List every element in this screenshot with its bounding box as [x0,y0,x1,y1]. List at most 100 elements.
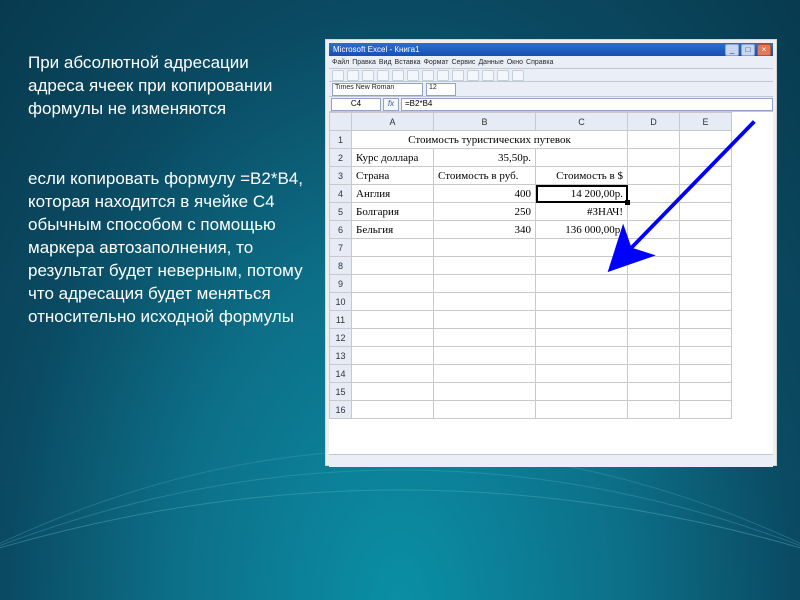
cell[interactable] [536,383,628,401]
row-header[interactable]: 7 [330,239,352,257]
cell[interactable] [628,275,680,293]
cell[interactable] [352,275,434,293]
cell[interactable] [628,347,680,365]
cell[interactable] [680,203,732,221]
cell[interactable] [628,167,680,185]
row-header[interactable]: 1 [330,131,352,149]
cell[interactable] [536,347,628,365]
toolbar-button[interactable] [347,70,359,81]
menu-item[interactable]: Файл [332,59,349,66]
cell[interactable]: Страна [352,167,434,185]
cell[interactable]: 14 200,00р. [536,185,628,203]
row-header[interactable]: 10 [330,293,352,311]
cell[interactable] [628,221,680,239]
menu-item[interactable]: Окно [507,59,523,66]
cell[interactable] [434,347,536,365]
cell[interactable] [628,149,680,167]
cell[interactable]: Курс доллара [352,149,434,167]
toolbar-button[interactable] [332,70,344,81]
col-header[interactable]: A [352,113,434,131]
cell[interactable] [628,311,680,329]
sheet-tabs[interactable] [329,454,773,467]
cell[interactable]: 35,50р. [434,149,536,167]
toolbar-button[interactable] [482,70,494,81]
formula-input[interactable]: =B2*B4 [401,98,773,111]
cell[interactable] [352,329,434,347]
row-header[interactable]: 14 [330,365,352,383]
cell[interactable] [680,257,732,275]
cell[interactable]: 136 000,00р. [536,221,628,239]
cell[interactable] [536,257,628,275]
cell[interactable] [352,401,434,419]
col-header[interactable]: D [628,113,680,131]
cell[interactable] [536,311,628,329]
toolbar-button[interactable] [437,70,449,81]
cell[interactable] [680,329,732,347]
title-cell[interactable]: Стоимость туристических путевок [352,131,628,149]
col-header[interactable]: B [434,113,536,131]
cell[interactable]: Англия [352,185,434,203]
cell[interactable] [536,401,628,419]
cell[interactable]: Стоимость в $ [536,167,628,185]
cell[interactable] [434,239,536,257]
cell[interactable] [680,365,732,383]
cell[interactable]: 340 [434,221,536,239]
cell[interactable] [434,311,536,329]
cell[interactable] [628,293,680,311]
cell[interactable] [434,257,536,275]
cell[interactable] [352,365,434,383]
cell[interactable] [628,383,680,401]
menu-item[interactable]: Формат [424,59,449,66]
row-header[interactable]: 3 [330,167,352,185]
row-header[interactable]: 9 [330,275,352,293]
cell[interactable] [628,329,680,347]
menu-item[interactable]: Вставка [395,59,421,66]
cell[interactable] [434,293,536,311]
row-header[interactable]: 8 [330,257,352,275]
menu-item[interactable]: Справка [526,59,553,66]
minimize-button[interactable]: _ [725,44,739,56]
menu-item[interactable]: Вид [379,59,392,66]
menu-bar[interactable]: ФайлПравкаВидВставкаФорматСервисДанныеОк… [329,56,773,69]
toolbar-button[interactable] [377,70,389,81]
menu-item[interactable]: Данные [478,59,503,66]
cell[interactable]: Болгария [352,203,434,221]
font-size-box[interactable]: 12 [426,83,456,96]
cell[interactable] [434,329,536,347]
cell[interactable] [434,383,536,401]
cell[interactable] [352,383,434,401]
row-header[interactable]: 15 [330,383,352,401]
name-box[interactable]: C4 [331,98,381,111]
row-header[interactable]: 5 [330,203,352,221]
col-header[interactable]: E [680,113,732,131]
cell[interactable] [628,131,680,149]
cell[interactable] [536,239,628,257]
toolbar-button[interactable] [467,70,479,81]
cell[interactable] [352,311,434,329]
row-header[interactable]: 6 [330,221,352,239]
cell[interactable]: 400 [434,185,536,203]
toolbar-button[interactable] [422,70,434,81]
toolbar-button[interactable] [452,70,464,81]
cell[interactable] [434,401,536,419]
cell[interactable] [352,239,434,257]
row-header[interactable]: 12 [330,329,352,347]
cell[interactable]: Стоимость в руб. [434,167,536,185]
cell[interactable] [680,383,732,401]
toolbar-button[interactable] [362,70,374,81]
row-header[interactable]: 2 [330,149,352,167]
cell[interactable] [536,329,628,347]
cell[interactable] [680,239,732,257]
font-name-box[interactable]: Times New Roman [332,83,423,96]
toolbar-button[interactable] [497,70,509,81]
cell[interactable]: 250 [434,203,536,221]
cell[interactable] [434,275,536,293]
cell[interactable] [352,347,434,365]
worksheet-grid[interactable]: A B C D E 1Стоимость туристических путев… [329,112,773,454]
standard-toolbar[interactable] [329,69,773,82]
cell[interactable] [628,239,680,257]
toolbar-button[interactable] [407,70,419,81]
cell[interactable] [628,401,680,419]
cell[interactable] [434,365,536,383]
cell[interactable] [628,365,680,383]
